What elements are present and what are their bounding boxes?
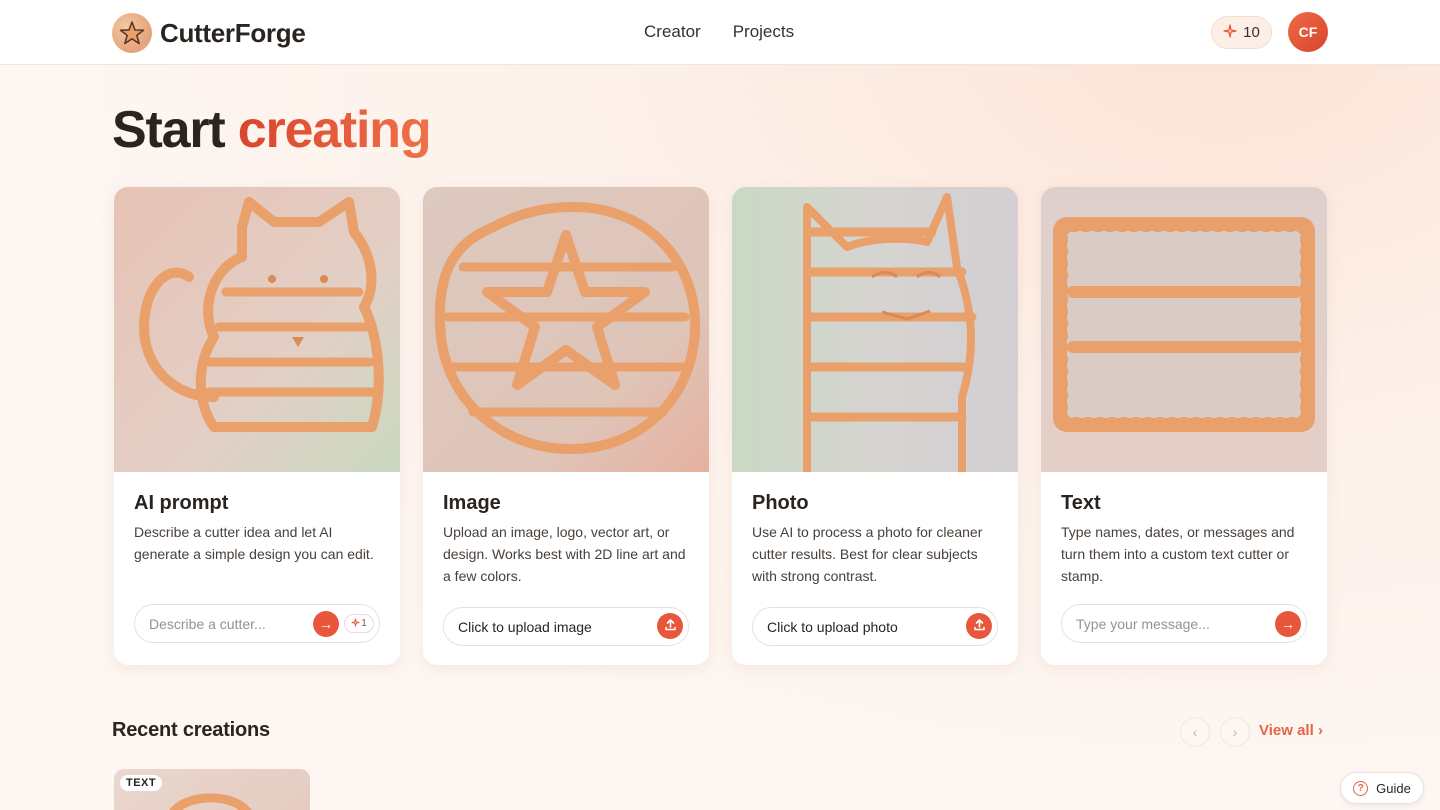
photo-cat-cookie-cutter-image (732, 187, 1018, 472)
top-bar: CutterForge Creator Projects 10 CF (0, 0, 1440, 65)
nav-creator[interactable]: Creator (644, 22, 701, 42)
card-text[interactable]: Text Type names, dates, or messages and … (1041, 187, 1327, 665)
credits-count: 10 (1243, 24, 1260, 41)
cost-badge: 1 (344, 614, 374, 633)
card-description: Use AI to process a photo for cleaner cu… (752, 524, 983, 584)
recent-creation-card[interactable]: TEXT (114, 769, 310, 810)
upload-photo-label: Click to upload photo (767, 618, 898, 635)
guide-label: Guide (1376, 780, 1411, 796)
guide-button[interactable]: ? Guide (1340, 772, 1424, 804)
card-image[interactable]: Image Upload an image, logo, vector art,… (423, 187, 709, 665)
card-title: Photo (752, 492, 809, 514)
message-field[interactable]: → (1061, 604, 1307, 643)
submit-prompt-button[interactable]: → (313, 611, 339, 637)
prompt-field[interactable]: → 1 (134, 604, 380, 643)
chevron-right-icon: › (1317, 722, 1323, 739)
cat-cookie-cutter-image (114, 187, 400, 472)
upload-image-button[interactable] (657, 613, 683, 639)
sparkle-icon (1223, 23, 1237, 42)
card-title: Text (1061, 492, 1101, 514)
prompt-input[interactable] (149, 615, 299, 632)
card-title: Image (443, 492, 501, 514)
next-page-button[interactable]: › (1220, 717, 1250, 747)
card-description: Type names, dates, or messages and turn … (1061, 524, 1295, 584)
text-stamp-cookie-cutter-image (1041, 187, 1327, 472)
star-logo-icon (112, 13, 152, 53)
nav-projects[interactable]: Projects (733, 22, 794, 42)
page-title: Start creating (112, 100, 432, 160)
upload-image-label: Click to upload image (458, 618, 592, 635)
card-description: Describe a cutter idea and let AI genera… (134, 524, 374, 562)
view-all-label: View all (1259, 722, 1314, 739)
upload-icon (973, 618, 986, 634)
help-icon: ? (1353, 780, 1369, 796)
main-nav: Creator Projects (644, 22, 794, 42)
credits-badge[interactable]: 10 (1211, 16, 1272, 49)
cost-value: 1 (361, 618, 367, 629)
card-title: AI prompt (134, 492, 229, 514)
arrow-right-icon: → (319, 616, 333, 632)
app-name: CutterForge (160, 17, 306, 48)
previous-page-button[interactable]: ‹ (1180, 717, 1210, 747)
card-photo[interactable]: Photo Use AI to process a photo for clea… (732, 187, 1018, 665)
logo[interactable]: CutterForge (112, 13, 306, 53)
recent-creations-title: Recent creations (112, 719, 270, 741)
upload-photo-field[interactable]: Click to upload photo (752, 607, 998, 646)
chevron-left-icon: ‹ (1192, 724, 1198, 740)
view-all-link[interactable]: View all › (1259, 722, 1323, 739)
upload-icon (664, 618, 677, 634)
message-input[interactable] (1076, 615, 1226, 632)
type-tag: TEXT (120, 775, 163, 791)
upload-image-field[interactable]: Click to upload image (443, 607, 689, 646)
chevron-right-icon: › (1232, 724, 1238, 740)
upload-photo-button[interactable] (966, 613, 992, 639)
star-circle-cookie-cutter-image (423, 187, 709, 472)
avatar[interactable]: CF (1288, 12, 1328, 52)
card-ai-prompt[interactable]: AI prompt Describe a cutter idea and let… (114, 187, 400, 665)
card-description: Upload an image, logo, vector art, or de… (443, 524, 686, 584)
sparkle-icon (351, 618, 360, 630)
page-title-accent: creating (237, 101, 432, 159)
arrow-right-icon: → (1281, 616, 1295, 632)
page-title-plain: Start (112, 101, 226, 159)
submit-message-button[interactable]: → (1275, 611, 1301, 637)
